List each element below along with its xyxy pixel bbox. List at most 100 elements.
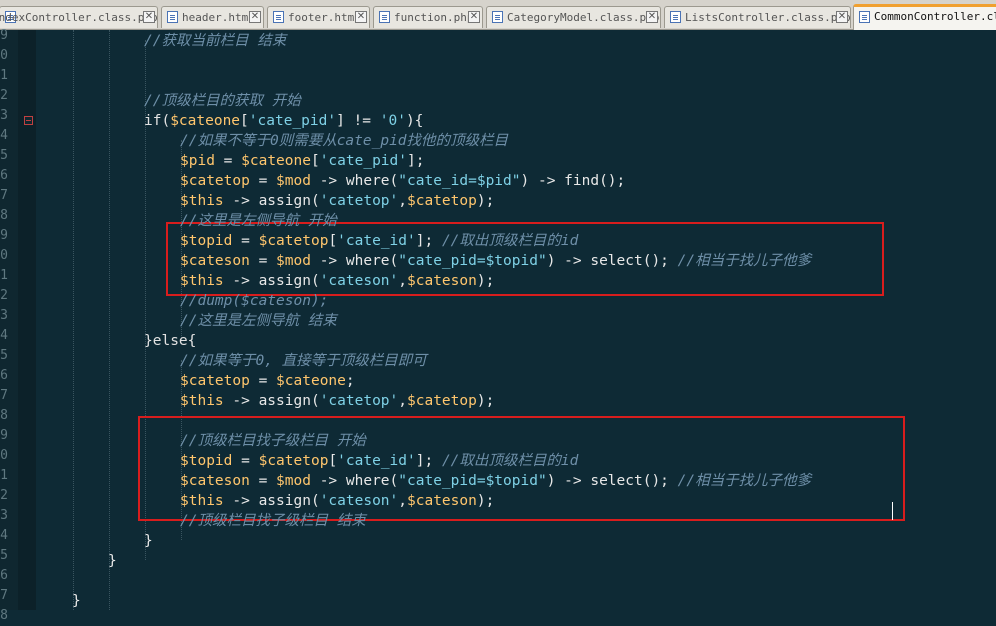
code-token: [ xyxy=(240,113,249,129)
fold-collapse-icon[interactable] xyxy=(24,116,33,125)
code-token: //相当于找儿子他爹 xyxy=(677,473,812,489)
code-line: $this -> assign('cateson',$cateson); xyxy=(180,491,494,511)
line-number: 5 xyxy=(0,548,8,563)
code-token: [ xyxy=(328,233,338,249)
tab-function[interactable]: function.php ✕ xyxy=(373,6,483,28)
code-token: , xyxy=(398,393,407,409)
text-cursor xyxy=(892,502,893,520)
tab-close-icon[interactable]: ✕ xyxy=(646,11,658,23)
code-line: $this -> assign('catetop',$catetop); xyxy=(180,391,494,411)
code-token: $pid xyxy=(180,153,215,169)
tab-label: CategoryModel.class.php xyxy=(507,11,660,24)
code-token: ) -> select(); xyxy=(546,253,678,269)
file-icon xyxy=(167,11,178,23)
tab-close-icon[interactable]: ✕ xyxy=(355,11,367,23)
code-token: //dump($cateson); xyxy=(180,293,329,309)
code-line: //dump($cateson); xyxy=(180,291,328,311)
line-number: 3 xyxy=(0,508,8,523)
code-editor[interactable]: //获取当前栏目 结束//顶级栏目的获取 开始 if($cateone['cate… xyxy=(36,30,996,610)
line-number: 5 xyxy=(0,148,8,163)
code-token: if( xyxy=(144,113,171,129)
code-line: //顶级栏目找子级栏目 结束 xyxy=(180,511,366,531)
code-token: $cateson xyxy=(407,493,477,509)
line-number: 7 xyxy=(0,188,8,203)
code-token: "cate_pid=$topid" xyxy=(398,253,547,269)
code-token: $cateone xyxy=(276,373,346,389)
code-token: $catetop xyxy=(407,193,477,209)
line-number: 2 xyxy=(0,488,8,503)
line-number: 8 xyxy=(0,208,8,223)
code-token: ; xyxy=(345,373,355,389)
line-number: 4 xyxy=(0,128,8,143)
code-token: -> where( xyxy=(310,473,399,489)
file-icon xyxy=(492,11,503,23)
code-token: = xyxy=(249,253,277,269)
tab-label: header.html xyxy=(182,11,255,24)
tab-categorymodel[interactable]: CategoryModel.class.php ✕ xyxy=(486,6,661,28)
code-token: //如果等于0, 直接等于顶级栏目即可 xyxy=(180,353,427,369)
code-token: , xyxy=(398,493,407,509)
code-token: $catetop xyxy=(180,173,250,189)
code-token: //这里是左侧导航 结束 xyxy=(180,313,337,329)
code-token: //取出顶级栏目的id xyxy=(441,453,579,469)
code-line: $pid = $cateone['cate_pid']; xyxy=(180,151,424,171)
code-token: //这里是左侧导航 开始 xyxy=(180,213,337,229)
file-icon xyxy=(859,11,870,23)
code-token: = xyxy=(249,473,277,489)
tab-footer[interactable]: footer.html ✕ xyxy=(267,6,370,28)
line-number: 3 xyxy=(0,108,8,123)
code-token: [ xyxy=(310,153,320,169)
tab-label: function.php xyxy=(394,11,474,24)
code-token: -> where( xyxy=(310,173,399,189)
code-token: $topid xyxy=(180,453,233,469)
tab-close-icon[interactable]: ✕ xyxy=(143,11,155,23)
code-line: if($cateone['cate_pid'] != '0'){ xyxy=(144,111,423,131)
code-token: "cate_pid=$topid" xyxy=(398,473,547,489)
tab-commoncontroller[interactable]: CommonController.class.php xyxy=(853,4,996,30)
line-number: 0 xyxy=(0,248,8,263)
code-token: //顶级栏目找子级栏目 结束 xyxy=(180,513,366,529)
code-line: $cateson = $mod -> where("cate_pid=$topi… xyxy=(180,251,811,271)
code-token: '0' xyxy=(379,113,406,129)
tab-header[interactable]: header.html ✕ xyxy=(161,6,264,28)
tab-close-icon[interactable]: ✕ xyxy=(836,11,848,23)
code-token: ); xyxy=(476,273,495,289)
code-line: }else{ xyxy=(144,331,196,351)
code-token: $topid xyxy=(180,233,233,249)
code-token: 'cate_pid' xyxy=(319,153,408,169)
tab-close-icon[interactable]: ✕ xyxy=(468,11,480,23)
code-line: //获取当前栏目 结束 xyxy=(144,31,286,51)
line-number: 8 xyxy=(0,408,8,423)
code-line: //顶级栏目的获取 开始 xyxy=(144,91,301,111)
tab-listscontroller[interactable]: ListsController.class.php ✕ xyxy=(664,6,851,28)
code-line: //如果等于0, 直接等于顶级栏目即可 xyxy=(180,351,427,371)
code-line: //顶级栏目找子级栏目 开始 xyxy=(180,431,366,451)
code-line: } xyxy=(144,531,153,551)
code-token: ){ xyxy=(405,113,424,129)
code-token: //取出顶级栏目的id xyxy=(441,233,579,249)
code-token: $this xyxy=(180,193,224,209)
code-token: //顶级栏目的获取 开始 xyxy=(144,93,301,109)
code-token: ]; xyxy=(415,233,442,249)
code-line: $this -> assign('cateson',$cateson); xyxy=(180,271,494,291)
line-number: 6 xyxy=(0,168,8,183)
editor-tab-bar: IndexController.class.php ✕ header.html ✕ fo… xyxy=(0,0,996,30)
line-number: 8 xyxy=(0,608,8,623)
code-line: //这里是左侧导航 开始 xyxy=(180,211,337,231)
code-token: 'cateson' xyxy=(319,273,399,289)
tab-close-icon[interactable]: ✕ xyxy=(249,11,261,23)
code-token: $catetop xyxy=(407,393,477,409)
line-number: 7 xyxy=(0,388,8,403)
code-token: $this xyxy=(180,393,224,409)
code-token: //顶级栏目找子级栏目 开始 xyxy=(180,433,366,449)
code-token: //如果不等于0则需要从cate_pid找他的顶级栏目 xyxy=(180,133,509,149)
code-token: //获取当前栏目 结束 xyxy=(144,33,287,49)
code-token: -> assign( xyxy=(223,273,320,289)
tab-indexcontroller[interactable]: IndexController.class.php ✕ xyxy=(0,6,158,28)
line-number: 6 xyxy=(0,568,8,583)
tab-label: ListsController.class.php xyxy=(685,11,851,24)
code-token: $cateone xyxy=(241,153,311,169)
code-token: ); xyxy=(476,393,495,409)
code-token: ) -> find(); xyxy=(520,173,626,189)
line-number: 1 xyxy=(0,468,8,483)
